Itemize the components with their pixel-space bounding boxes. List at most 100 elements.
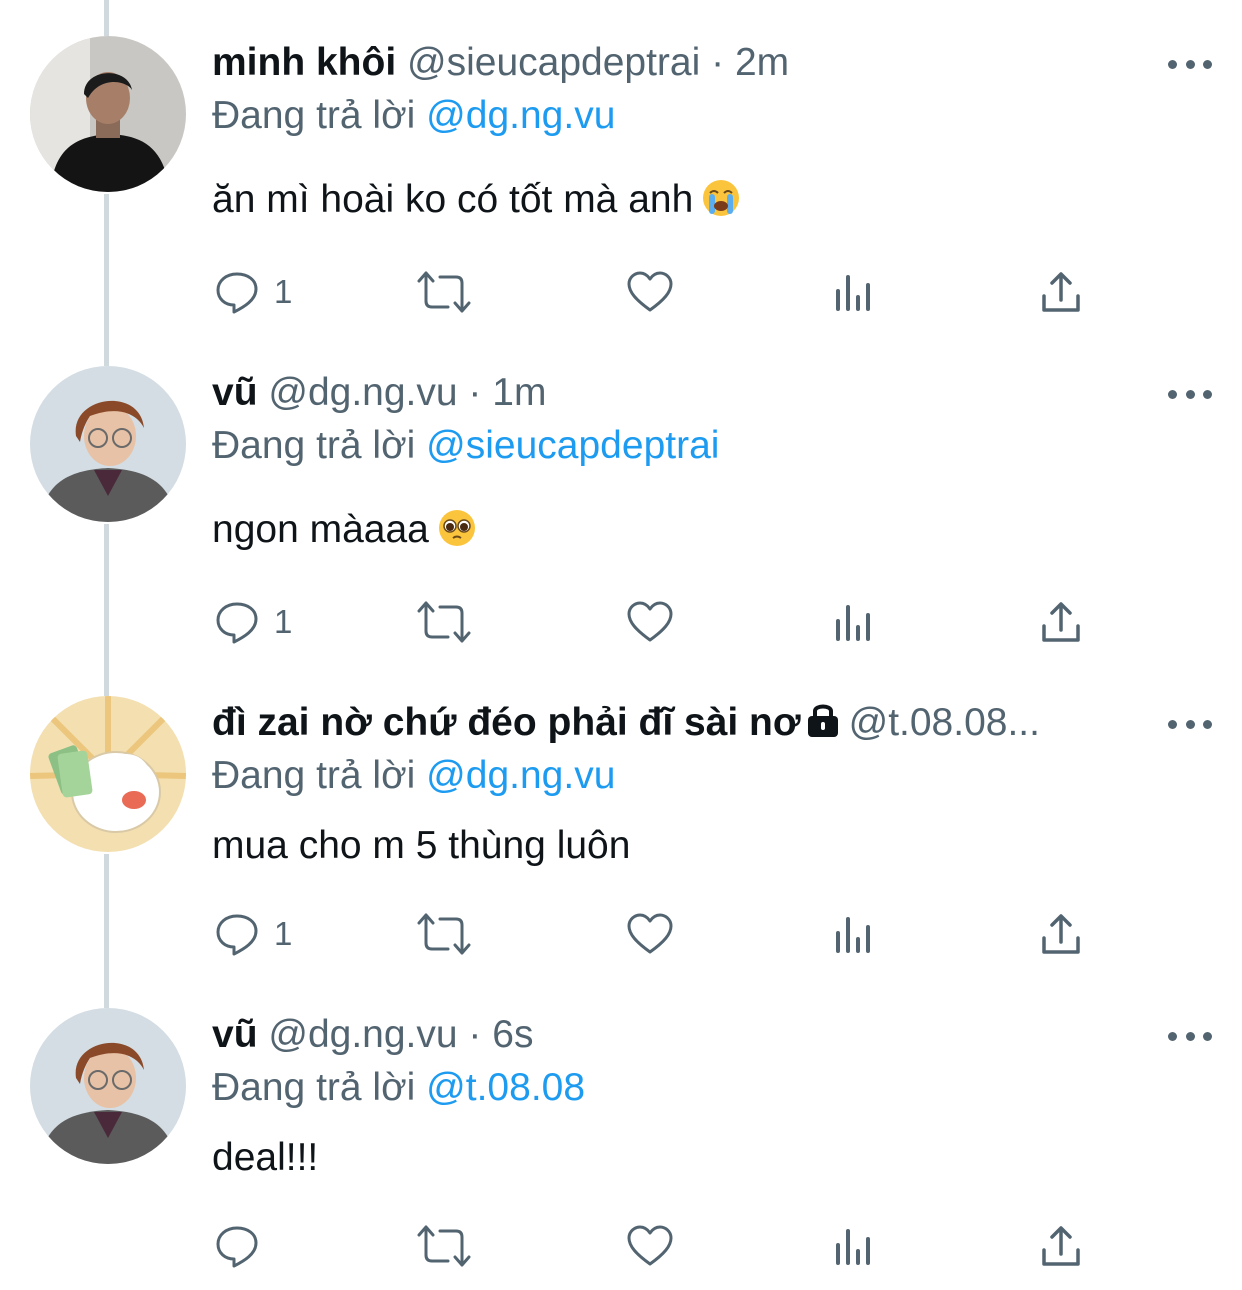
- reply-button[interactable]: 1: [214, 268, 292, 316]
- avatar[interactable]: [30, 696, 186, 852]
- tweet-text-content: ăn mì hoài ko có tốt mà anh: [212, 178, 694, 221]
- retweet-button[interactable]: [416, 598, 472, 646]
- action-bar: 1: [0, 910, 1242, 958]
- tweet[interactable]: minh khôi @sieucapdeptrai · 2m Đang trả …: [0, 36, 1242, 336]
- pleading-face-icon: [437, 508, 477, 560]
- replying-to: Đang trả lời @dg.ng.vu: [212, 92, 615, 140]
- reply-button[interactable]: [214, 1222, 274, 1270]
- reply-count: 1: [274, 273, 293, 310]
- tweet-header: đì zai nờ chứ đéo phải đĩ sài nơ @t.08.08…: [212, 699, 1146, 751]
- user-handle[interactable]: @t.08.08...: [849, 701, 1040, 744]
- retweet-button[interactable]: [416, 268, 472, 316]
- share-icon: [1040, 1224, 1082, 1268]
- retweet-icon: [416, 911, 472, 957]
- mention-link[interactable]: @t.08.08: [426, 1066, 585, 1109]
- display-name[interactable]: đì zai nờ chứ đéo phải đĩ sài nơ: [212, 701, 801, 744]
- timestamp[interactable]: 6s: [492, 1013, 533, 1056]
- display-name[interactable]: minh khôi: [212, 41, 396, 84]
- tweet[interactable]: vũ @dg.ng.vu · 6s Đang trả lời @t.08.08 …: [0, 1008, 1242, 1290]
- timestamp[interactable]: 1m: [492, 371, 546, 414]
- replying-to: Đang trả lời @t.08.08: [212, 1064, 585, 1112]
- views-chart-icon: [834, 913, 876, 955]
- more-options-icon[interactable]: [1168, 1018, 1212, 1054]
- avatar[interactable]: [30, 1008, 186, 1164]
- more-options-icon[interactable]: [1168, 706, 1212, 742]
- share-button[interactable]: [1040, 910, 1082, 958]
- replying-to-label: Đang trả lời: [212, 754, 416, 797]
- views-button[interactable]: [834, 268, 876, 316]
- like-button[interactable]: [626, 268, 674, 316]
- display-name[interactable]: vũ: [212, 1013, 258, 1056]
- retweet-icon: [416, 269, 472, 315]
- avatar[interactable]: [30, 36, 186, 192]
- heart-icon: [626, 600, 674, 644]
- action-bar: 1: [0, 268, 1242, 316]
- like-button[interactable]: [626, 1222, 674, 1270]
- retweet-button[interactable]: [416, 1222, 472, 1270]
- replying-to-label: Đang trả lời: [212, 94, 416, 137]
- share-button[interactable]: [1040, 598, 1082, 646]
- reply-count: 1: [274, 603, 293, 640]
- retweet-icon: [416, 599, 472, 645]
- lock-icon: [803, 699, 843, 751]
- mention-link[interactable]: @dg.ng.vu: [426, 94, 615, 137]
- separator-dot: ·: [711, 41, 725, 84]
- mention-link[interactable]: @dg.ng.vu: [426, 754, 615, 797]
- tweet-text: ăn mì hoài ko có tốt mà anh: [212, 176, 741, 230]
- timestamp[interactable]: 2m: [735, 41, 789, 84]
- reply-icon: [214, 599, 260, 645]
- replying-to-label: Đang trả lời: [212, 424, 416, 467]
- views-button[interactable]: [834, 1222, 876, 1270]
- tweet-text: mua cho m 5 thùng luôn: [212, 822, 630, 870]
- tweet-header: vũ @dg.ng.vu · 6s: [212, 1011, 1146, 1059]
- reply-button[interactable]: 1: [214, 598, 292, 646]
- heart-icon: [626, 270, 674, 314]
- heart-icon: [626, 1224, 674, 1268]
- replying-to: Đang trả lời @sieucapdeptrai: [212, 422, 719, 470]
- thread-line: [104, 0, 109, 36]
- views-chart-icon: [834, 601, 876, 643]
- action-bar: 1: [0, 598, 1242, 646]
- user-handle[interactable]: @sieucapdeptrai: [407, 41, 700, 84]
- views-button[interactable]: [834, 910, 876, 958]
- share-icon: [1040, 912, 1082, 956]
- views-chart-icon: [834, 271, 876, 313]
- reply-count: 1: [274, 915, 293, 952]
- retweet-icon: [416, 1223, 472, 1269]
- separator-dot: ·: [468, 1013, 482, 1056]
- share-button[interactable]: [1040, 268, 1082, 316]
- like-button[interactable]: [626, 598, 674, 646]
- avatar[interactable]: [30, 366, 186, 522]
- mention-link[interactable]: @sieucapdeptrai: [426, 424, 719, 467]
- separator-dot: ·: [468, 371, 482, 414]
- user-handle[interactable]: @dg.ng.vu: [268, 1013, 457, 1056]
- tweet-text: deal!!!: [212, 1134, 318, 1182]
- more-options-icon[interactable]: [1168, 376, 1212, 412]
- action-bar: [0, 1222, 1242, 1270]
- reply-icon: [214, 911, 260, 957]
- tweet-text: ngon màaaa: [212, 506, 477, 560]
- tweet-header: minh khôi @sieucapdeptrai · 2m: [212, 39, 1146, 87]
- loudly-crying-face-icon: [701, 178, 741, 230]
- tweet[interactable]: đì zai nờ chứ đéo phải đĩ sài nơ @t.08.08…: [0, 696, 1242, 996]
- tweet[interactable]: vũ @dg.ng.vu · 1m Đang trả lời @sieucapd…: [0, 366, 1242, 666]
- replying-to: Đang trả lời @dg.ng.vu: [212, 752, 615, 800]
- tweet-text-content: ngon màaaa: [212, 508, 429, 551]
- share-button[interactable]: [1040, 1222, 1082, 1270]
- tweet-text-content: deal!!!: [212, 1136, 319, 1179]
- replying-to-label: Đang trả lời: [212, 1066, 416, 1109]
- reply-button[interactable]: 1: [214, 910, 292, 958]
- tweet-header: vũ @dg.ng.vu · 1m: [212, 369, 1146, 417]
- tweet-text-content: mua cho m 5 thùng luôn: [212, 824, 631, 867]
- views-chart-icon: [834, 1225, 876, 1267]
- views-button[interactable]: [834, 598, 876, 646]
- like-button[interactable]: [626, 910, 674, 958]
- user-handle[interactable]: @dg.ng.vu: [268, 371, 457, 414]
- share-icon: [1040, 600, 1082, 644]
- reply-icon: [214, 269, 260, 315]
- display-name[interactable]: vũ: [212, 371, 258, 414]
- more-options-icon[interactable]: [1168, 46, 1212, 82]
- retweet-button[interactable]: [416, 910, 472, 958]
- share-icon: [1040, 270, 1082, 314]
- reply-icon: [214, 1223, 260, 1269]
